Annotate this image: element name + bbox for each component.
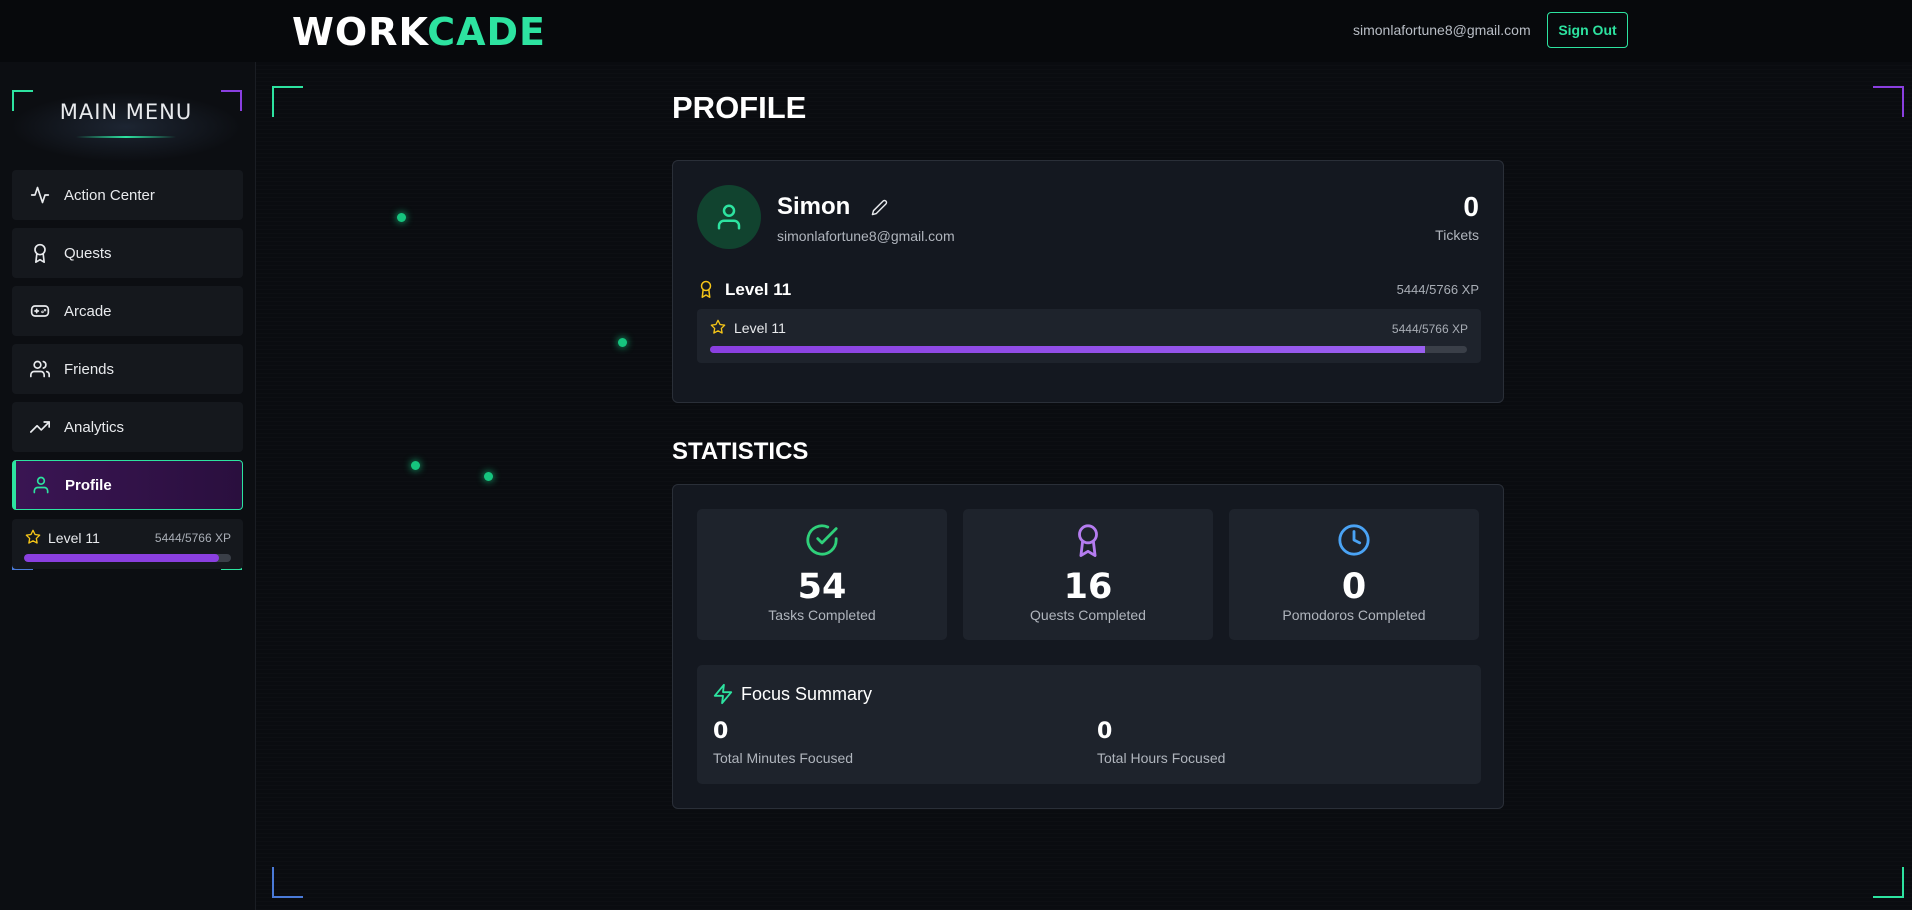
user-icon [717, 204, 741, 230]
users-icon [30, 359, 50, 379]
sidebar-item-profile[interactable]: Profile [12, 460, 243, 510]
logo[interactable]: WORKCADE [292, 10, 546, 54]
stat-value: 0 [1341, 567, 1367, 607]
level-progress-box: Level 11 5444/5766 XP [697, 309, 1481, 363]
sidebar-item-arcade[interactable]: Arcade [12, 286, 243, 336]
sign-out-button[interactable]: Sign Out [1547, 12, 1628, 48]
trending-up-icon [30, 417, 50, 437]
focus-summary: Focus Summary 0 Total Minutes Focused 0 … [697, 665, 1481, 784]
level-box-xp: 5444/5766 XP [1391, 322, 1468, 336]
xp-progress-bar [710, 346, 1467, 353]
stat-card-quests: 16 Quests Completed [963, 509, 1213, 640]
background-dot [618, 338, 627, 347]
avatar[interactable] [697, 185, 761, 249]
sidebar-item-analytics[interactable]: Analytics [12, 402, 243, 452]
tickets-count: 0 [1463, 191, 1479, 222]
sidebar-level-xp: 5444/5766 XP [154, 531, 231, 545]
sidebar-item-label: Profile [65, 476, 112, 494]
sidebar-item-quests[interactable]: Quests [12, 228, 243, 278]
top-bar: WORKCADE simonlafortune8@gmail.com Sign … [0, 0, 1912, 62]
award-icon [30, 243, 50, 263]
sidebar-item-label: Analytics [64, 418, 125, 436]
sidebar-item-action-center[interactable]: Action Center [12, 170, 243, 220]
xp-progress-fill [710, 346, 1425, 353]
statistics-title: STATISTICS [672, 438, 809, 465]
total-hours-label: Total Hours Focused [1097, 750, 1226, 766]
tickets-label: Tickets [1435, 227, 1479, 243]
sidebar-xp-progress-fill [24, 554, 220, 562]
award-icon [1071, 523, 1105, 562]
page-title: PROFILE [672, 90, 807, 125]
profile-email: simonlafortune8@gmail.com [777, 228, 955, 244]
corner-bracket [272, 86, 303, 117]
profile-card: Simon simonlafortune8@gmail.com 0 Ticket… [672, 160, 1504, 403]
corner-bracket [272, 867, 303, 898]
user-icon [31, 475, 51, 495]
total-hours-value: 0 [1097, 719, 1113, 744]
stat-label: Quests Completed [1030, 607, 1146, 623]
menu-underline [76, 136, 176, 138]
focus-summary-title: Focus Summary [741, 684, 873, 704]
award-icon [697, 279, 715, 304]
gamepad-icon [30, 301, 50, 321]
logo-text-work: WORK [292, 10, 428, 54]
total-minutes-value: 0 [713, 719, 729, 744]
corner-bracket [1873, 867, 1904, 898]
sidebar-item-label: Friends [64, 360, 115, 378]
stat-value: 16 [1063, 567, 1113, 607]
level-label: Level 11 [725, 280, 792, 299]
sidebar-item-label: Arcade [64, 302, 112, 320]
sidebar-xp-progress-bar [24, 554, 231, 562]
star-icon [25, 529, 41, 550]
background-dot [397, 213, 406, 222]
corner-bracket [1873, 86, 1904, 117]
profile-name: Simon [777, 193, 851, 220]
statistics-card: 54 Tasks Completed 16 Quests Completed 0… [672, 484, 1504, 809]
background-dot [484, 472, 493, 481]
sidebar-level-label: Level 11 [48, 530, 100, 546]
stat-value: 54 [797, 567, 847, 607]
level-xp: 5444/5766 XP [1396, 282, 1479, 297]
logo-text-cade: CADE [427, 10, 547, 54]
sidebar-item-friends[interactable]: Friends [12, 344, 243, 394]
level-box-label: Level 11 [734, 320, 786, 336]
background-dot [411, 461, 420, 470]
clock-icon [1337, 523, 1371, 562]
sidebar-item-label: Quests [64, 244, 112, 262]
main-menu-title: MAIN MENU [59, 100, 193, 124]
activity-icon [30, 185, 50, 205]
stat-label: Pomodoros Completed [1282, 607, 1426, 623]
stat-card-tasks: 54 Tasks Completed [697, 509, 947, 640]
total-minutes-label: Total Minutes Focused [713, 750, 854, 766]
star-icon [710, 319, 726, 340]
edit-pencil-icon[interactable] [871, 199, 888, 221]
check-circle-icon [805, 523, 839, 562]
stat-label: Tasks Completed [768, 607, 876, 623]
sidebar-level-widget: Level 11 5444/5766 XP [12, 519, 243, 569]
stat-card-pomodoros: 0 Pomodoros Completed [1229, 509, 1479, 640]
zap-icon [712, 683, 734, 710]
sidebar-item-label: Action Center [64, 186, 155, 204]
user-email: simonlafortune8@gmail.com [1353, 22, 1531, 38]
